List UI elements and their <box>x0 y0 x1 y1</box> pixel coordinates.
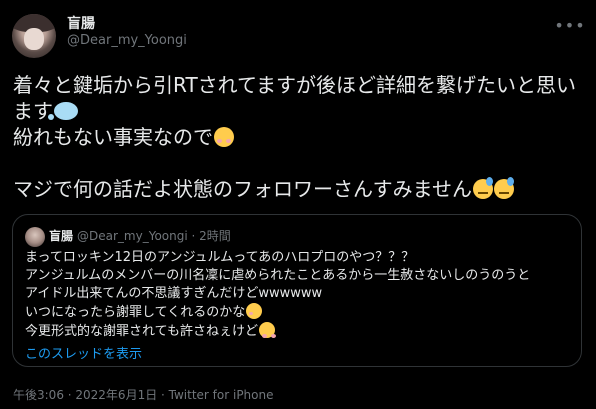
quoted-line: 今更形式的な謝罪されても許さねぇけど <box>25 322 571 341</box>
quoted-tweet-header: 盲腸 @Dear_my_Yoongi · 2時間 <box>49 227 231 244</box>
sweat-face-icon <box>494 177 514 199</box>
quoted-handle-time: @Dear_my_Yoongi · 2時間 <box>77 229 231 243</box>
author-handle[interactable]: @Dear_my_Yoongi <box>67 33 187 48</box>
woozy-face-icon <box>246 303 263 319</box>
tweet-text: 着々と鍵垢から引RTされてますが後ほど詳細を繋げたいと思います 紛れもない事実な… <box>13 72 588 202</box>
author-display-name[interactable]: 盲腸 <box>67 13 95 33</box>
smiling-face-icon <box>258 322 276 338</box>
quoted-line: まってロッキン12日のアンジュルムってあのハロプロのやつ？？？ <box>25 250 415 265</box>
thought-balloon-icon <box>48 102 78 120</box>
show-thread-link[interactable]: このスレッドを表示 <box>25 343 142 362</box>
avatar-face <box>24 28 44 50</box>
quoted-tweet-card[interactable]: 盲腸 @Dear_my_Yoongi · 2時間 まってロッキン12日のアンジュル… <box>12 214 582 367</box>
sweat-face-icon <box>473 177 493 199</box>
author-avatar[interactable] <box>12 14 56 58</box>
quoted-line: アイドル出来てんの不思議すぎんだけどwwwwww <box>25 286 323 301</box>
quoted-line: アンジュルムのメンバーの川名凜に虐められたことあるから一生赦さないしのうのうと <box>25 268 531 283</box>
quoted-author-avatar <box>25 227 45 247</box>
quoted-author-name: 盲腸 <box>49 229 74 243</box>
more-options-icon[interactable]: ••• <box>553 8 587 42</box>
tweet-line-1: 着々と鍵垢から引RTされてますが後ほど詳細を繋げたいと思います <box>13 73 577 123</box>
tweet-line-2: 紛れもない事実なので <box>13 124 588 150</box>
tweet-timestamp[interactable]: 午後3:06 · 2022年6月1日 · Twitter for iPhone <box>13 386 274 403</box>
quoted-tweet-text: まってロッキン12日のアンジュルムってあのハロプロのやつ？？？ アンジュルムのメ… <box>25 249 571 341</box>
smiling-face-icon <box>214 127 234 147</box>
tweet-line-3: マジで何の話だよ状態のフォロワーさんすみません <box>13 176 588 202</box>
quoted-line: いつになったら謝罪してくれるのかな <box>25 303 571 322</box>
